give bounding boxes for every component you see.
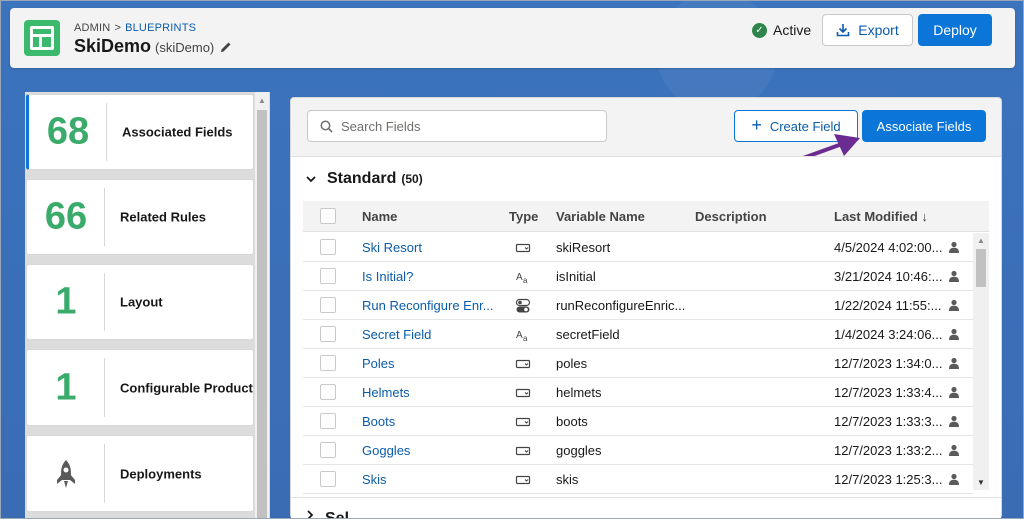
window-frame — [0, 0, 1024, 519]
